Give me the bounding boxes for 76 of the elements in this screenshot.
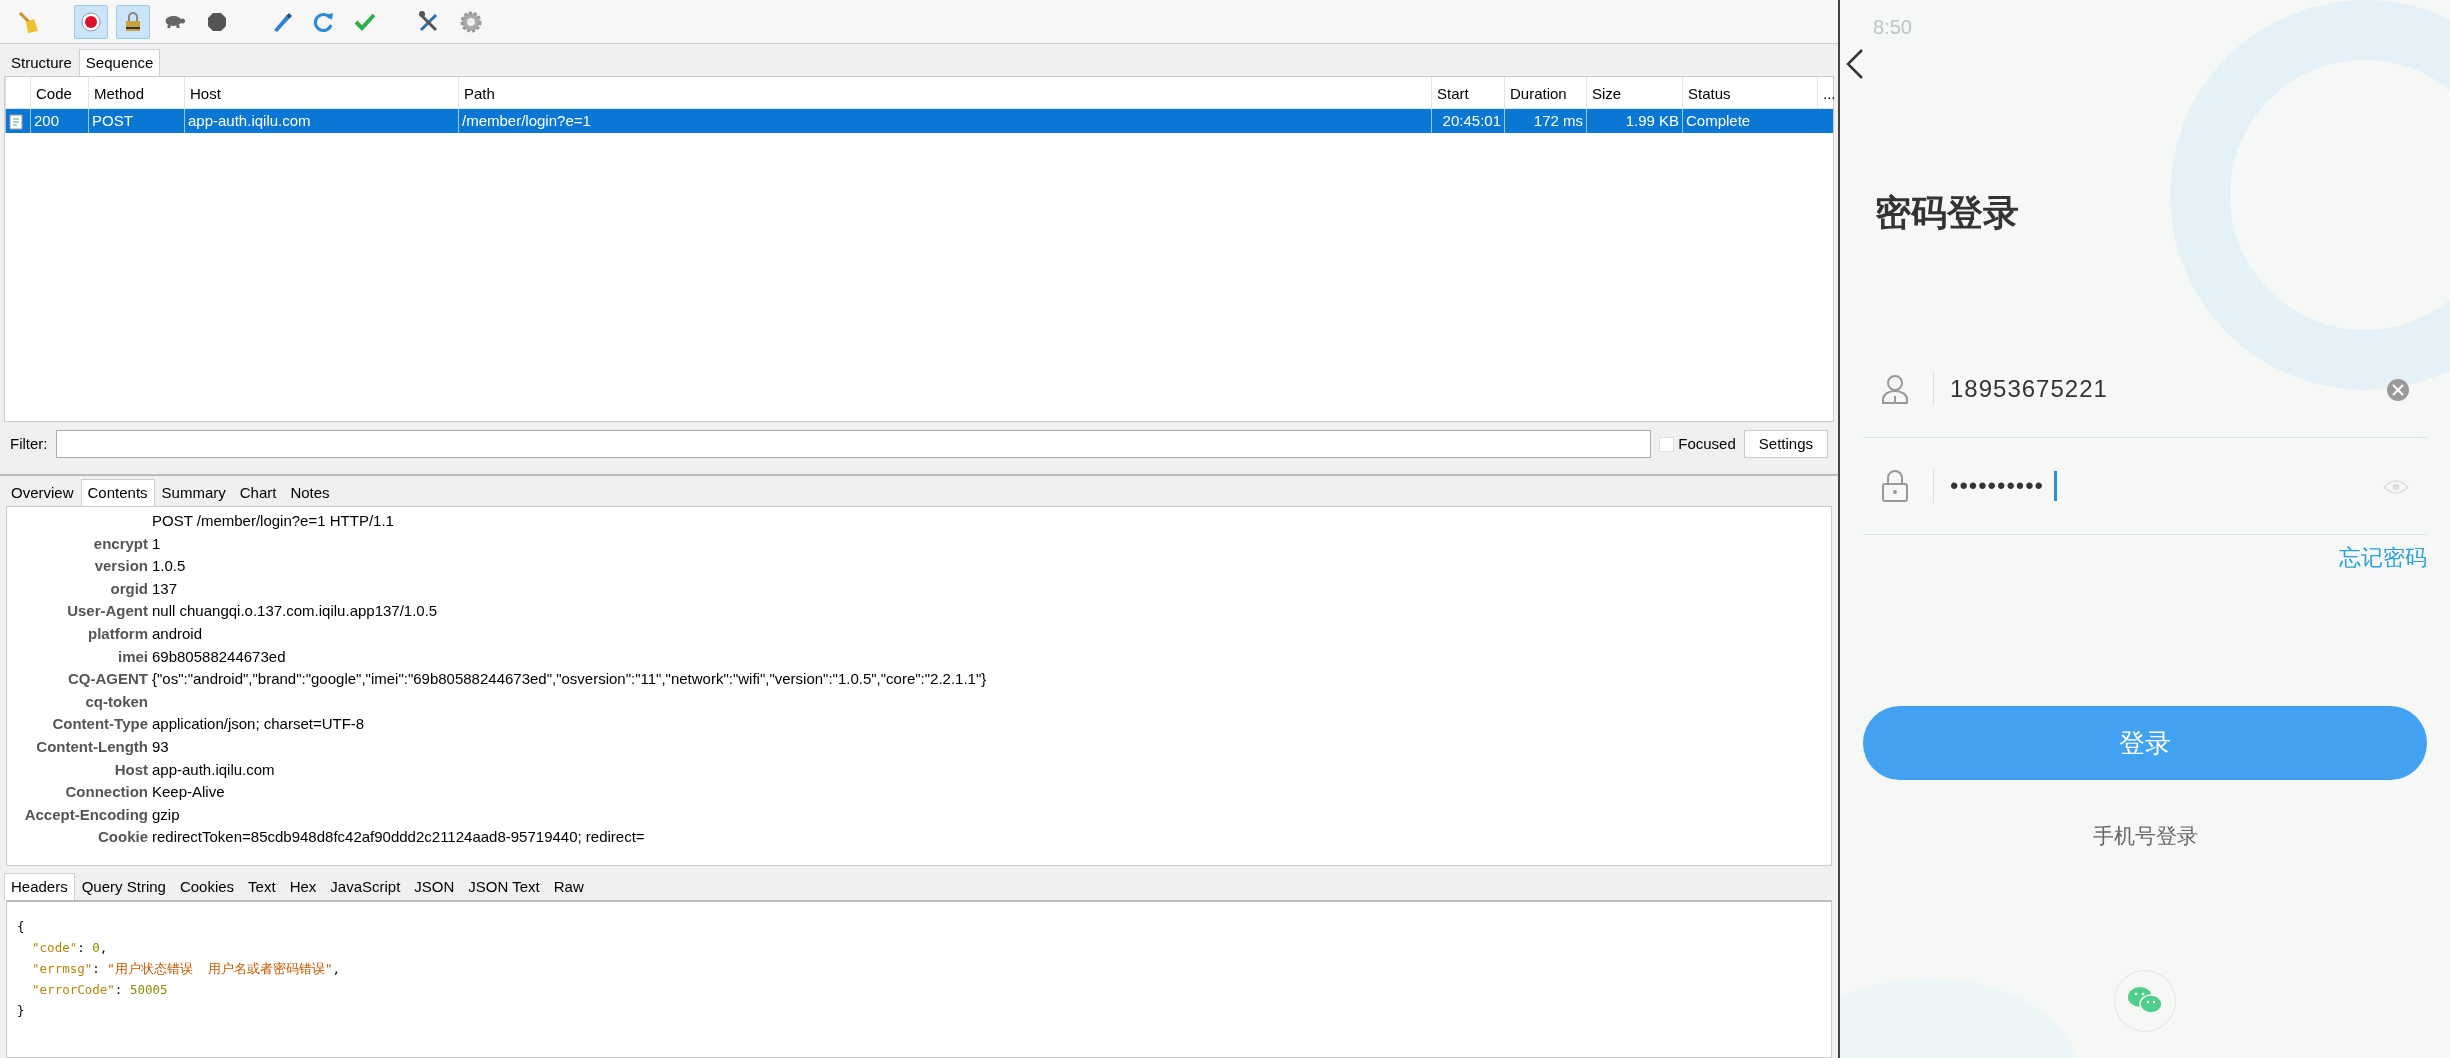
phone-login-link[interactable]: 手机号登录	[2092, 820, 2198, 852]
header-value: gzip	[152, 804, 180, 825]
header-value: 1	[152, 533, 161, 554]
tab[interactable]: Hex	[282, 873, 324, 900]
header-value: 137	[152, 578, 178, 599]
header-name: platform	[88, 624, 148, 642]
user-icon	[1881, 374, 1909, 404]
header-name: encrypt	[93, 534, 148, 552]
clear-icon[interactable]	[2387, 378, 2409, 401]
header-value: 1.0.5	[152, 556, 186, 577]
header-value: application/json; charset=UTF-8	[152, 714, 365, 735]
tab[interactable]: Sequence	[78, 49, 161, 76]
tab[interactable]: Cookies	[172, 873, 242, 900]
header-name: User-Agent	[67, 602, 148, 620]
tab[interactable]: Notes	[283, 479, 337, 506]
header-name: Host	[114, 760, 148, 778]
tab[interactable]: Raw	[546, 873, 591, 900]
header-name: orgid	[110, 579, 148, 597]
tab[interactable]: Query String	[74, 873, 173, 900]
document-icon	[9, 114, 23, 131]
turtle-icon	[164, 15, 186, 28]
header-value: Keep-Alive	[152, 782, 225, 803]
tab[interactable]: Chart	[232, 479, 284, 506]
json-line: "errorCode": 50005	[31, 981, 168, 999]
table-cell: 200	[34, 112, 60, 129]
header-value: 93	[152, 736, 169, 757]
tab[interactable]: JavaScript	[323, 873, 408, 900]
toolbar-button[interactable]	[116, 4, 150, 39]
password-field[interactable]: ••••••••••	[1950, 466, 2054, 506]
filter-field[interactable]	[55, 430, 1652, 458]
table-cell: 20:45:01	[1442, 112, 1501, 129]
page-title: 密码登录	[1875, 191, 2019, 235]
back-icon[interactable]	[1845, 48, 1865, 80]
text-caret	[2054, 471, 2057, 501]
json-line: }	[17, 1002, 25, 1020]
header-value: redirectToken=85cdb948d8fc42af90ddd2c21124aad8-95719440; redirect=	[152, 827, 645, 848]
header-name: version	[94, 557, 148, 575]
tab[interactable]: Text	[241, 873, 283, 900]
tab[interactable]: JSON Text	[461, 873, 547, 900]
settings-button[interactable]: Settings	[1743, 430, 1828, 458]
phone-field[interactable]: 18953675221	[1950, 369, 2387, 409]
json-line: {	[17, 918, 25, 936]
header-value: null chuangqi.o.137.com.iqilu.app137/1.0.5	[152, 601, 438, 622]
focused-label: Focused	[1678, 433, 1736, 454]
header-name: Cookie	[98, 828, 148, 846]
table-row[interactable]: 200 POST app-auth.iqilu.com /member/login?e=1 20:45:01 172 ms 1.99 KB Complete	[5, 109, 1833, 133]
tab[interactable]: Headers	[4, 873, 75, 900]
tab[interactable]: JSON	[407, 873, 462, 900]
filter-label: Filter:	[10, 433, 48, 454]
request-line: POST /member/login?e=1 HTTP/1.1	[152, 511, 394, 531]
header-name: Connection	[65, 783, 148, 801]
tab[interactable]: Contents	[80, 479, 155, 506]
tab[interactable]: Structure	[4, 49, 79, 76]
tab[interactable]: Overview	[4, 479, 81, 506]
json-line: "code": 0,	[31, 939, 108, 957]
header-value: {"os":"android","brand":"google","imei":"69b80588244673ed","osversion":"11","network":"wifi","version":"1.0.5","core":"2.2.1.1"}	[152, 669, 987, 690]
header-name: cq-token	[85, 692, 148, 710]
table-cell: 1.99 KB	[1625, 112, 1679, 129]
header-value: 69b80588244673ed	[152, 646, 286, 667]
table-cell: 172 ms	[1533, 112, 1583, 129]
header-value: app-auth.iqilu.com	[152, 759, 275, 780]
header-name: Content-Length	[36, 737, 148, 755]
lock-icon	[1881, 469, 1909, 503]
chat-bubbles-icon	[2127, 985, 2163, 1016]
tab[interactable]: Summary	[154, 479, 233, 506]
json-line: "errmsg": "用户状态错误 用户名或者密码错误",	[31, 960, 340, 978]
header-value: android	[152, 623, 203, 644]
focused-checkbox[interactable]	[1659, 436, 1675, 452]
header-name: CQ-AGENT	[68, 670, 148, 688]
table-cell: POST	[92, 112, 133, 129]
header-name: Accept-Encoding	[24, 805, 148, 823]
table-cell: app-auth.iqilu.com	[188, 112, 311, 129]
table-cell: /member/login?e=1	[462, 112, 591, 129]
header-name: imei	[118, 647, 148, 665]
table-cell: Complete	[1686, 112, 1751, 129]
header-name: Content-Type	[52, 715, 148, 733]
